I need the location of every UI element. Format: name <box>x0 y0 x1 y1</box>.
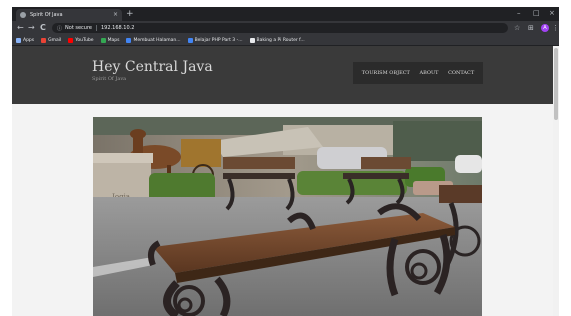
bookmark-star-icon[interactable]: ☆ <box>514 23 520 33</box>
profile-avatar[interactable]: A <box>541 24 549 32</box>
bookmark-label: Membuat Halaman... <box>133 37 181 43</box>
browser-tab[interactable]: Spirit Of Java × <box>16 9 122 21</box>
bookmark-item[interactable]: YouTube <box>68 37 94 43</box>
page-icon <box>126 37 132 43</box>
bookmark-item[interactable]: Membuat Halaman... <box>126 37 181 43</box>
address-divider <box>96 25 97 31</box>
bookmarks-bar: Apps Gmail YouTube Maps Membuat Halaman... Be… <box>12 35 559 46</box>
new-tab-icon[interactable]: + <box>126 9 134 19</box>
scroll-thumb[interactable] <box>554 48 558 120</box>
maps-icon <box>100 37 106 43</box>
site-info-icon[interactable]: ⓘ <box>57 25 62 32</box>
maximize-icon[interactable]: □ <box>533 8 540 18</box>
bookmark-item[interactable]: Maps <box>100 37 120 43</box>
apps-icon <box>16 37 21 43</box>
tab-strip: Spirit Of Java × + – □ × <box>12 7 559 21</box>
address-bar[interactable]: ⓘ Not secure 192.168.10.2 <box>52 23 508 33</box>
site-nav: TOURISM OBJECT ABOUT CONTACT <box>353 62 483 84</box>
minimize-icon[interactable]: – <box>517 8 521 18</box>
bookmark-label: Maps <box>107 37 120 43</box>
nav-link-about[interactable]: ABOUT <box>419 70 438 76</box>
site-title[interactable]: Hey Central Java <box>92 59 213 75</box>
bookmark-label: Gmail <box>48 37 62 43</box>
bookmark-item[interactable]: Baking a Pi Router f... <box>249 37 305 43</box>
extensions-icon[interactable]: ⊞ <box>528 23 534 33</box>
nav-link-contact[interactable]: CONTACT <box>448 70 474 76</box>
favicon-icon <box>20 12 26 18</box>
youtube-icon <box>68 37 74 43</box>
security-status: Not secure <box>65 25 92 31</box>
page-viewport: Hey Central Java Spirit Of Java TOURISM … <box>12 46 559 316</box>
page-icon <box>187 37 193 43</box>
document-icon <box>249 37 255 43</box>
browser-toolbar: ← → C ⓘ Not secure 192.168.10.2 ☆ ⊞ A ⋮ <box>12 21 559 35</box>
nav-link-tourism-object[interactable]: TOURISM OBJECT <box>362 70 410 76</box>
bookmark-label: Apps <box>23 37 35 43</box>
menu-icon[interactable]: ⋮ <box>552 23 559 33</box>
back-icon[interactable]: ← <box>17 23 24 33</box>
forward-icon[interactable]: → <box>28 23 35 33</box>
tab-title: Spirit Of Java <box>30 12 63 18</box>
hero-photo: Jogja <box>93 117 482 316</box>
bookmark-label: YouTube <box>75 37 94 43</box>
gmail-icon <box>41 37 47 43</box>
bookmark-label: Belajar PHP Part 3 -... <box>194 37 243 43</box>
page-scrollbar[interactable] <box>553 46 559 316</box>
bookmark-label: Baking a Pi Router f... <box>256 37 305 43</box>
site-header: Hey Central Java Spirit Of Java TOURISM … <box>12 46 559 104</box>
bookmark-item[interactable]: Gmail <box>41 37 62 43</box>
site-tagline: Spirit Of Java <box>92 76 127 82</box>
tab-close-icon[interactable]: × <box>113 12 118 18</box>
bookmark-item[interactable]: Apps <box>16 37 35 43</box>
close-window-icon[interactable]: × <box>549 8 555 18</box>
browser-window: Spirit Of Java × + – □ × ← → C ⓘ Not sec… <box>12 7 559 316</box>
reload-icon[interactable]: C <box>40 23 46 33</box>
hero-image: Jogja <box>93 117 482 316</box>
bookmark-item[interactable]: Belajar PHP Part 3 -... <box>187 37 243 43</box>
url-text[interactable]: 192.168.10.2 <box>101 25 134 31</box>
